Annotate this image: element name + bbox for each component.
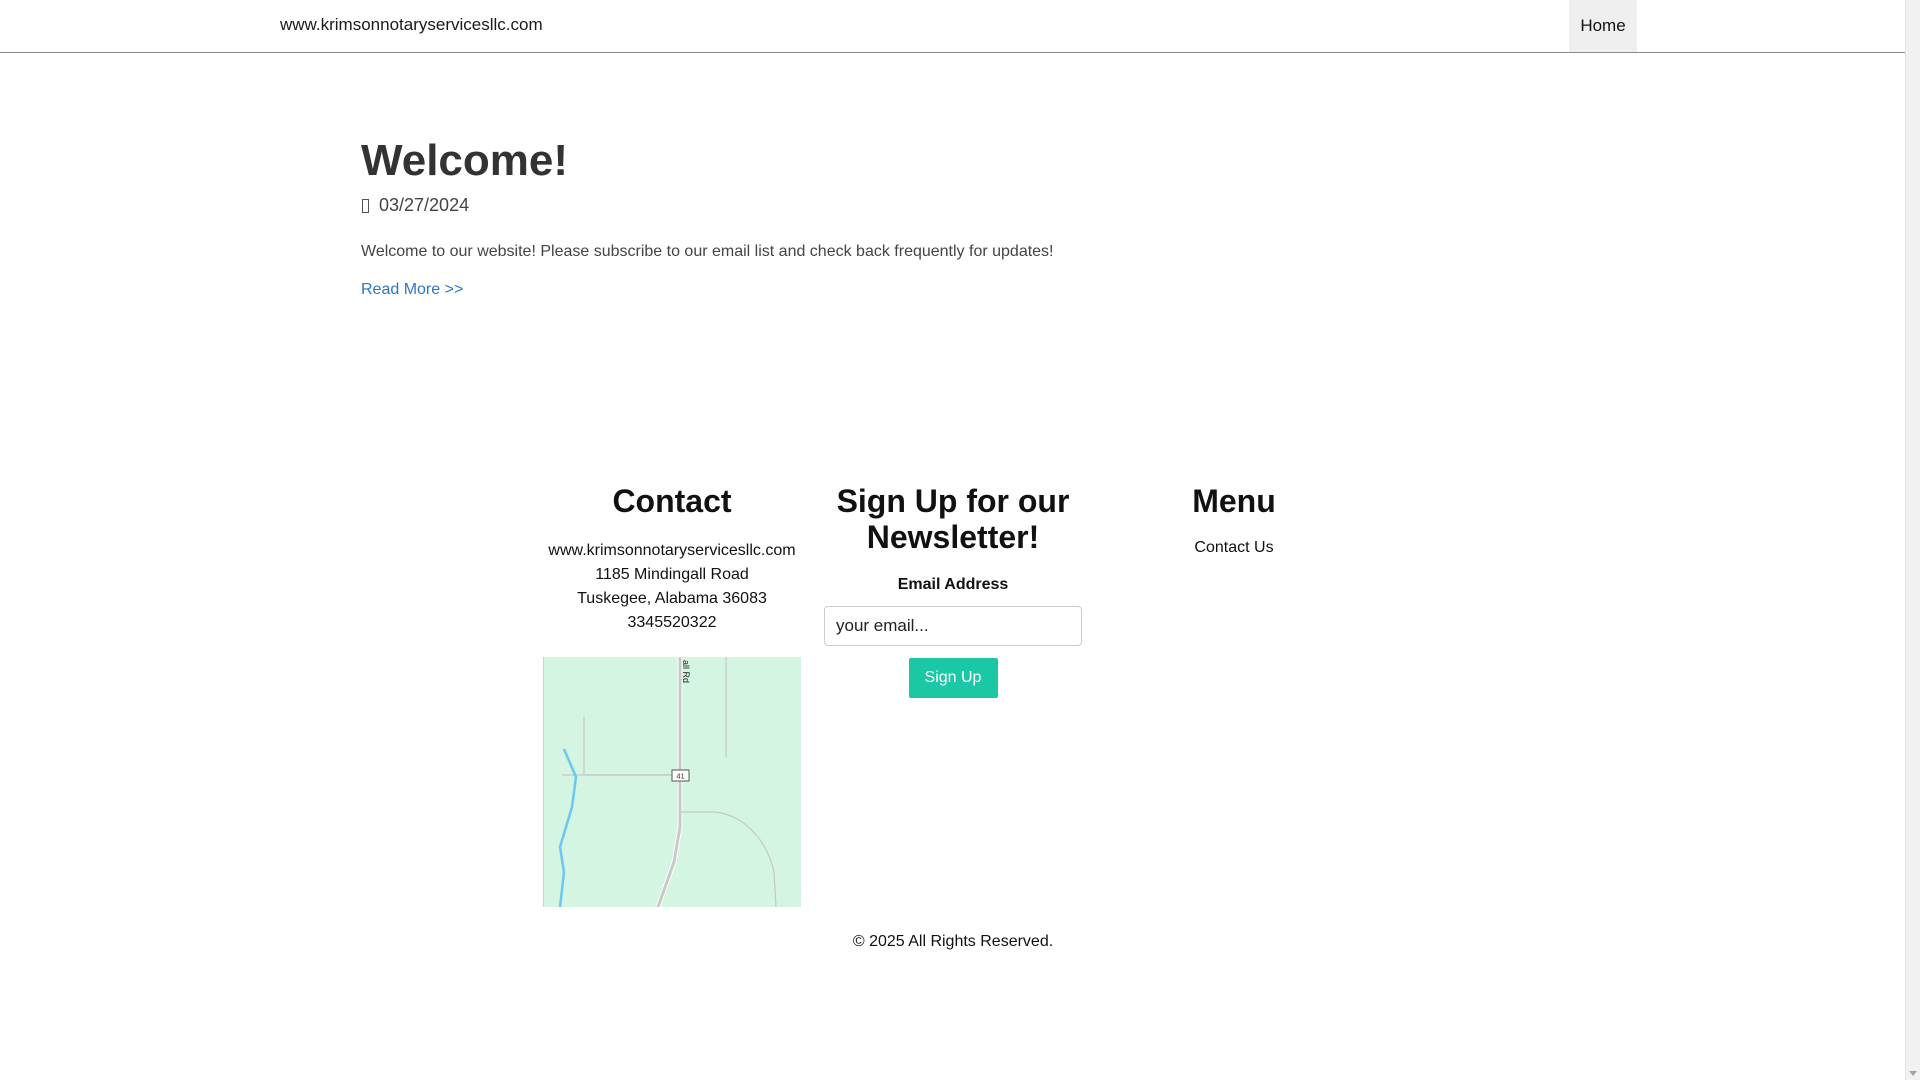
route-shield-label: 41 — [676, 772, 684, 781]
contact-phone: 3345520322 — [627, 614, 717, 631]
copyright-text: © 2025 All Rights Reserved. — [852, 933, 1054, 950]
email-label: Email Address — [897, 576, 1009, 593]
vertical-scrollbar[interactable] — [1905, 0, 1920, 1080]
post-title: Welcome! — [361, 136, 569, 185]
contact-street: 1185 Mindingall Road — [595, 566, 749, 583]
brand-link[interactable]: www.krimsonnotaryservicesllc.com — [280, 15, 543, 35]
footer-newsletter: Sign Up for our Newsletter! Email Addres… — [824, 483, 1082, 698]
top-navbar: www.krimsonnotaryservicesllc.com Home — [0, 0, 1905, 53]
map-graphic: 41 all Rd — [544, 657, 801, 907]
contact-website: www.krimsonnotaryservicesllc.com — [548, 542, 796, 559]
scroll-down-icon[interactable] — [1909, 1071, 1917, 1076]
email-input[interactable] — [824, 606, 1082, 646]
contact-city: Tuskegee, Alabama 36083 — [577, 590, 767, 607]
footer-contact: Contact www.krimsonnotaryservicesllc.com… — [543, 483, 801, 635]
footer-menu: Menu Contact Us — [1105, 483, 1363, 557]
newsletter-heading: Sign Up for our Newsletter! — [836, 483, 1070, 555]
signup-button[interactable]: Sign Up — [908, 658, 998, 698]
post-date: 03/27/2024 — [379, 195, 470, 215]
map-road-label: all Rd — [681, 660, 691, 683]
calendar-icon — [362, 198, 369, 213]
blog-post: Welcome! 03/27/2024 Welcome to our websi… — [361, 130, 1261, 299]
post-date-row: 03/27/2024 — [361, 195, 1261, 216]
contact-heading: Contact — [612, 483, 732, 519]
menu-heading: Menu — [1192, 483, 1276, 519]
contact-details: www.krimsonnotaryservicesllc.com 1185 Mi… — [543, 539, 801, 635]
post-body: Welcome to our website! Please subscribe… — [361, 243, 1054, 260]
read-more-link[interactable]: Read More >> — [361, 281, 463, 299]
nav-home-link[interactable]: Home — [1569, 0, 1637, 52]
menu-item-contact-us[interactable]: Contact Us — [1194, 539, 1273, 557]
location-map[interactable]: 41 all Rd — [543, 657, 801, 907]
